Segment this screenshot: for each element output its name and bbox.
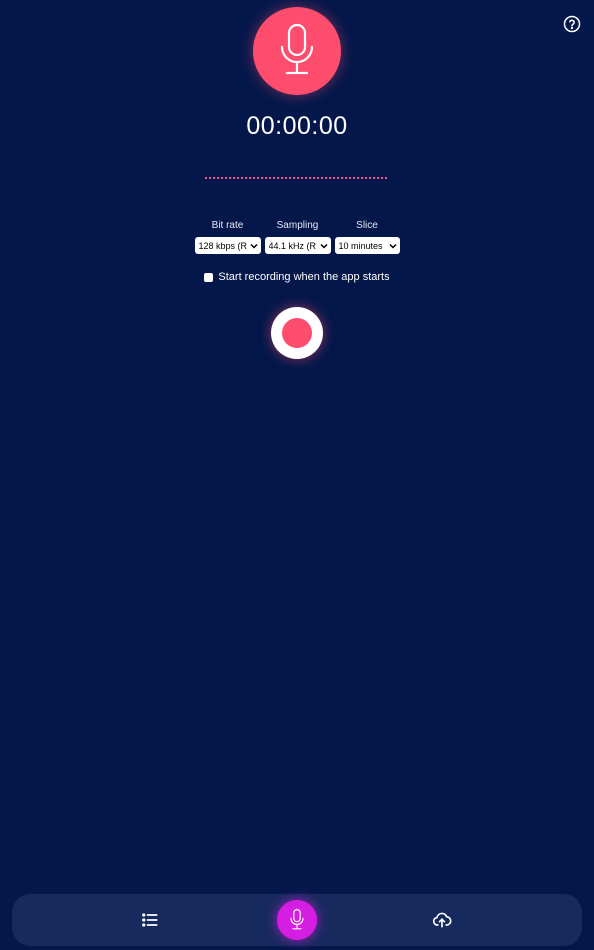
list-icon [142, 913, 158, 927]
cloud-upload-icon [432, 912, 452, 928]
recording-settings: Bit rate 128 kbps (R Sampling 44.1 kHz (… [0, 220, 594, 254]
nav-record-button[interactable] [277, 900, 317, 940]
help-icon[interactable] [563, 15, 581, 33]
nav-upload-button[interactable] [430, 908, 454, 932]
slice-select[interactable]: 10 minutes [334, 237, 400, 254]
recording-timer: 00:00:00 [246, 112, 348, 140]
slice-setting: Slice 10 minutes [334, 220, 400, 254]
bitrate-label: Bit rate [211, 220, 244, 231]
bitrate-select-value: 128 kbps (R [198, 240, 248, 251]
microphone-icon [280, 23, 314, 75]
sampling-select-value: 44.1 kHz (R [268, 240, 317, 251]
slice-label: Slice [356, 220, 378, 231]
slice-select-value: 10 minutes [338, 240, 383, 251]
bitrate-select[interactable]: 128 kbps (R [194, 237, 261, 254]
chevron-down-icon [249, 243, 258, 249]
audio-level-line [205, 177, 387, 179]
microphone-hero [253, 7, 341, 95]
autostart-checkbox[interactable] [204, 272, 214, 282]
bitrate-setting: Bit rate 128 kbps (R [194, 220, 261, 254]
nav-recordings-list-button[interactable] [138, 908, 162, 932]
chevron-down-icon [319, 243, 328, 249]
autostart-option: Start recording when the app starts [0, 271, 594, 283]
chevron-down-icon [388, 243, 397, 249]
bottom-nav [12, 894, 582, 946]
record-dot-icon [282, 318, 312, 348]
microphone-icon [290, 908, 304, 930]
sampling-select[interactable]: 44.1 kHz (R [264, 237, 331, 254]
autostart-label[interactable]: Start recording when the app starts [218, 271, 389, 283]
sampling-setting: Sampling 44.1 kHz (R [264, 220, 331, 254]
record-button[interactable] [271, 307, 323, 359]
sampling-label: Sampling [276, 220, 319, 231]
